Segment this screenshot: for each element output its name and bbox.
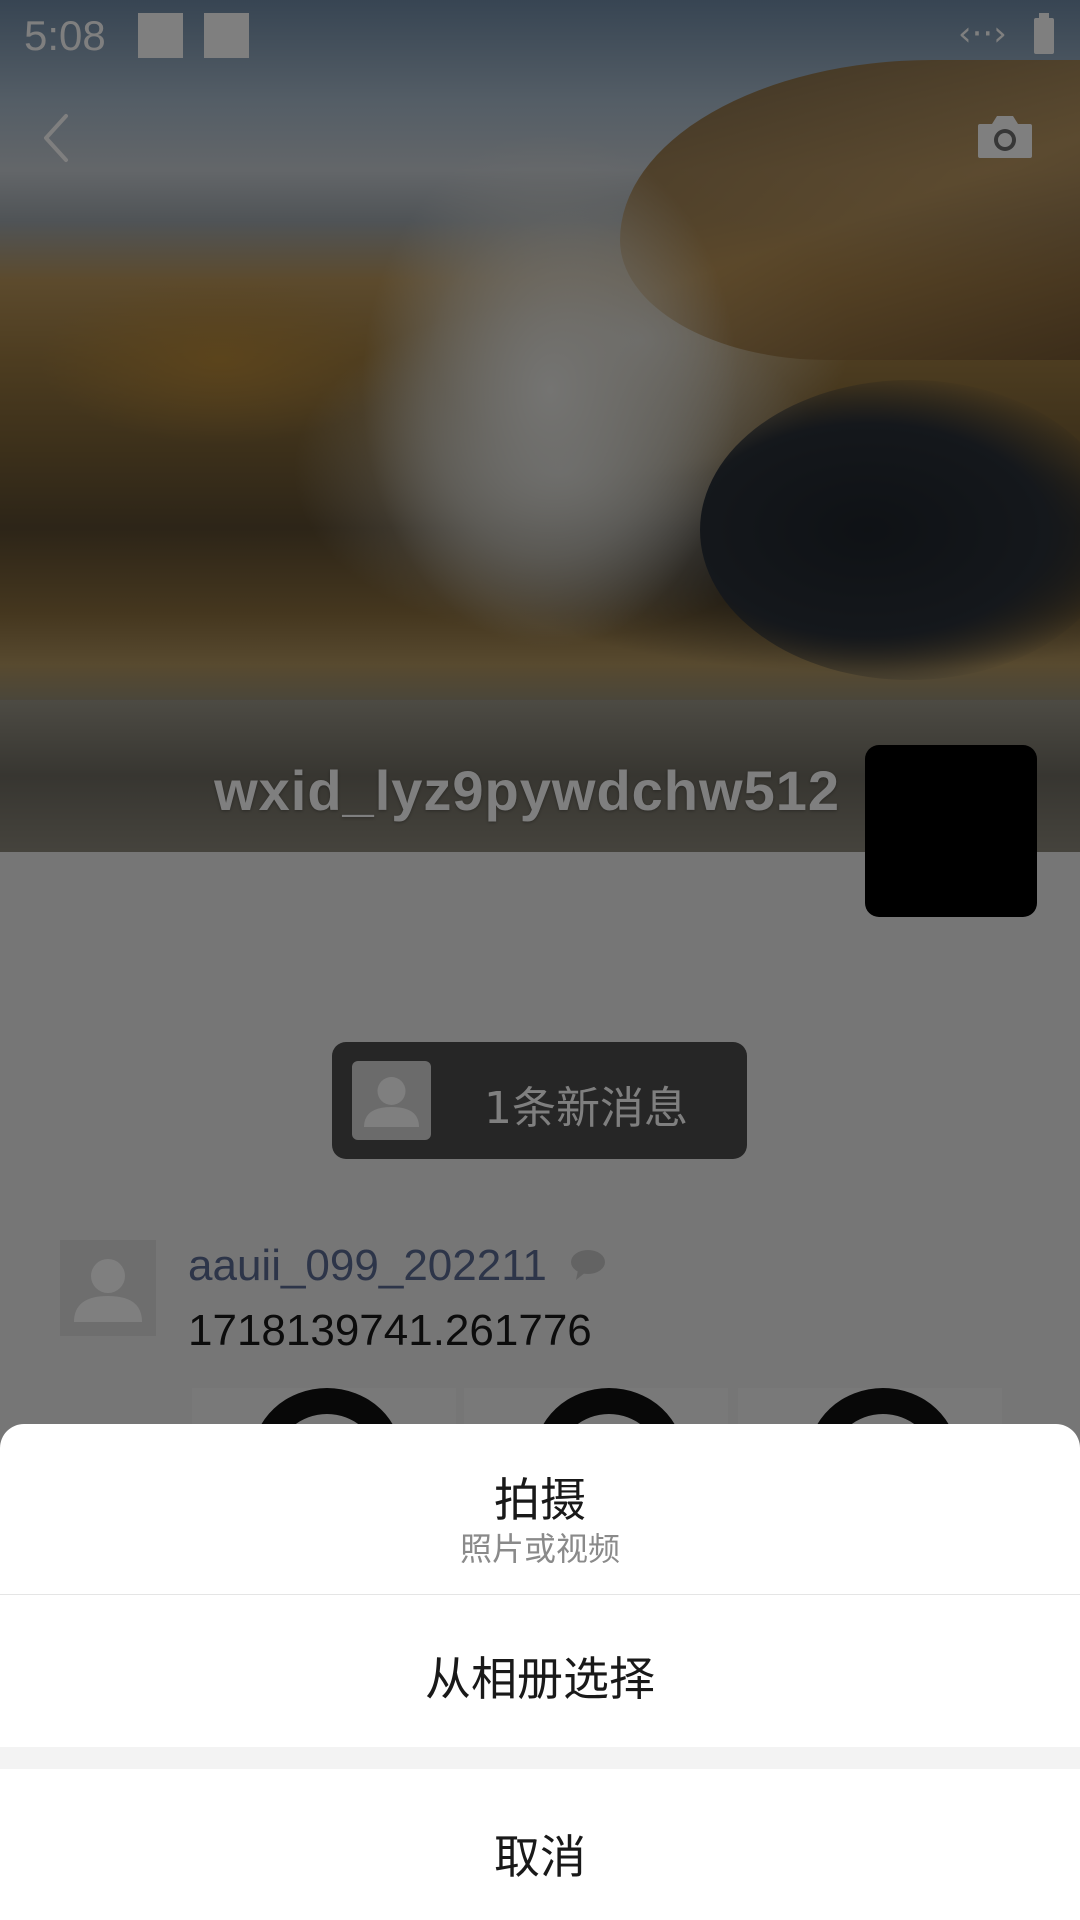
capture-sublabel: 照片或视频 <box>459 1530 620 1568</box>
capture-label: 拍摄 <box>494 1473 586 1527</box>
choose-from-album-option[interactable]: 从相册选择 <box>0 1595 1080 1747</box>
moments-screen: wxid_lyz9pywdchw512 5:08 ‹··› 1条新消息 <box>0 0 1080 1920</box>
cancel-button[interactable]: 取消 <box>0 1769 1080 1920</box>
section-gap <box>0 1747 1080 1769</box>
action-sheet: 拍摄 照片或视频 从相册选择 取消 <box>0 1424 1080 1920</box>
capture-option[interactable]: 拍摄 照片或视频 <box>0 1424 1080 1594</box>
album-label: 从相册选择 <box>425 1652 655 1706</box>
cancel-label: 取消 <box>494 1830 586 1884</box>
